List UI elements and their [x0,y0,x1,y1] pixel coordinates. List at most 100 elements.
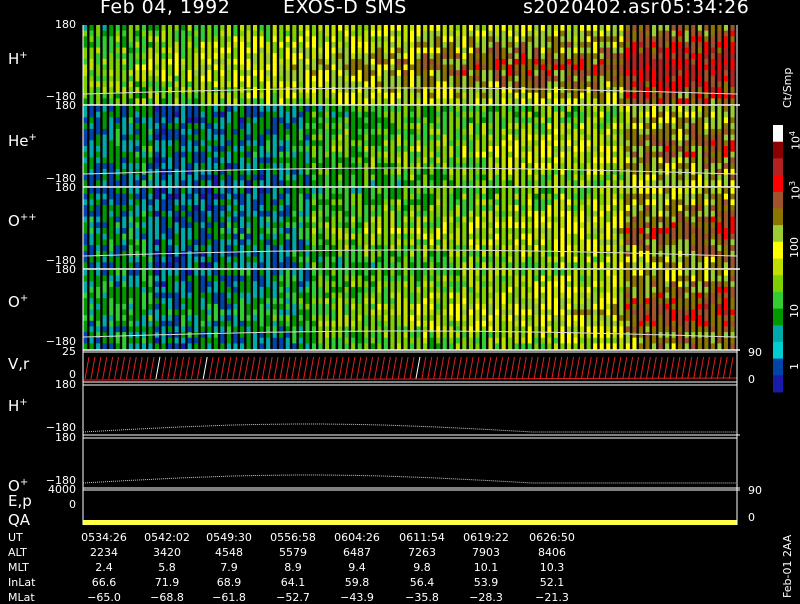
spectrogram-cell [417,42,421,48]
spectrogram-cell [312,70,316,76]
spectrogram-cell [384,257,388,263]
spectrogram-cell [318,343,322,349]
spectrogram-cell [580,211,584,217]
spectrogram-cell [449,251,453,257]
spectrogram-cell [626,98,630,104]
spectrogram-cell [704,48,708,54]
spectrogram-cell [292,53,296,59]
spectrogram-cell [148,304,152,310]
spectrogram-cell [103,245,107,251]
spectrogram-cell [148,343,152,349]
spectrogram-cell [547,251,551,257]
spectrogram-cell [417,326,421,332]
spectrogram-cell [332,304,336,310]
spectrogram-cell [521,106,525,112]
spectrogram-cell [338,281,342,287]
spectrogram-cell [135,140,139,146]
spectrogram-cell [547,25,551,31]
spectrogram-cell [704,112,708,118]
spectrogram-cell [678,117,682,123]
spectrogram-cell [260,146,264,152]
spectrogram-cell [580,98,584,104]
spectrogram-cell [404,217,408,223]
spectrogram-cell [698,98,702,104]
spectrogram-cell [214,338,218,344]
spectrogram-cell [351,222,355,228]
spectrogram-cell [305,31,309,37]
spectrogram-cell [587,175,591,181]
spectrogram-cell [207,65,211,71]
spectrogram-cell [554,98,558,104]
spectrogram-cell [135,188,139,194]
spectrogram-cell [233,157,237,163]
spectrogram-cell [449,222,453,228]
spectrogram-cell [731,175,735,181]
spectrogram-cell [103,310,107,316]
spectrogram-cell [175,87,179,93]
spectrogram-cell [188,281,192,287]
spectrogram-cell [351,251,355,257]
spectrogram-cell [175,199,179,205]
spectrogram-cell [659,180,663,186]
spectrogram-cell [724,194,728,200]
spectrogram-cell [371,304,375,310]
spectrogram-cell [469,222,473,228]
spectrogram-cell [181,315,185,321]
spectrogram-cell [286,175,290,181]
spectrogram-cell [600,48,604,54]
spectrogram-cell [672,53,676,59]
spectrogram-cell [390,205,394,211]
spectrogram-cell [266,281,270,287]
spectrogram-cell [260,81,264,87]
spectrogram-cell [181,169,185,175]
spectrogram-cell [325,281,329,287]
spectrogram-cell [547,228,551,234]
spectrogram-cell [292,129,296,135]
spectrogram-cell [162,65,166,71]
spectrogram-cell [417,123,421,129]
spectrogram-cell [443,199,447,205]
spectrogram-cell [554,117,558,123]
spectrogram-cell [639,76,643,82]
spectrogram-cell [423,146,427,152]
spectrogram-cell [83,194,87,200]
spectrogram-cell [704,140,708,146]
spectrogram-cell [574,199,578,205]
spectrogram-cell [194,81,198,87]
spectrogram-cell [162,239,166,245]
spectrogram-cell [201,87,205,93]
spectrogram-cell [279,42,283,48]
spectrogram-cell [672,152,676,158]
spectrogram-cell [351,205,355,211]
spectrogram-cell [443,257,447,263]
spectrogram-cell [698,175,702,181]
spectrogram-cell [338,123,342,129]
spectrogram-cell [155,239,159,245]
spectrogram-cell [384,76,388,82]
spectrogram-cell [207,140,211,146]
spectrogram-cell [521,146,525,152]
spectrogram-cell [227,338,231,344]
spectrogram-cell [364,31,368,37]
spectrogram-cell [410,59,414,65]
spectrogram-cell [332,298,336,304]
spectrogram-cell [325,257,329,263]
spectrogram-cell [567,217,571,223]
spectrogram-cell [704,234,708,240]
spectrogram-cell [201,281,205,287]
spectrogram-cell [397,42,401,48]
spectrogram-cell [345,211,349,217]
spectrogram-cell [639,59,643,65]
spectrogram-cell [181,98,185,104]
spectrogram-cell [678,48,682,54]
spectrogram-cell [207,228,211,234]
spectrogram-cell [672,106,676,112]
spectrogram-cell [227,310,231,316]
spectrogram-cell [201,326,205,332]
spectrogram-cell [430,93,434,99]
spectrogram-cell [508,25,512,31]
spectrogram-cell [227,65,231,71]
spectrogram-cell [436,188,440,194]
spectrogram-cell [201,194,205,200]
spectrogram-cell [600,70,604,76]
